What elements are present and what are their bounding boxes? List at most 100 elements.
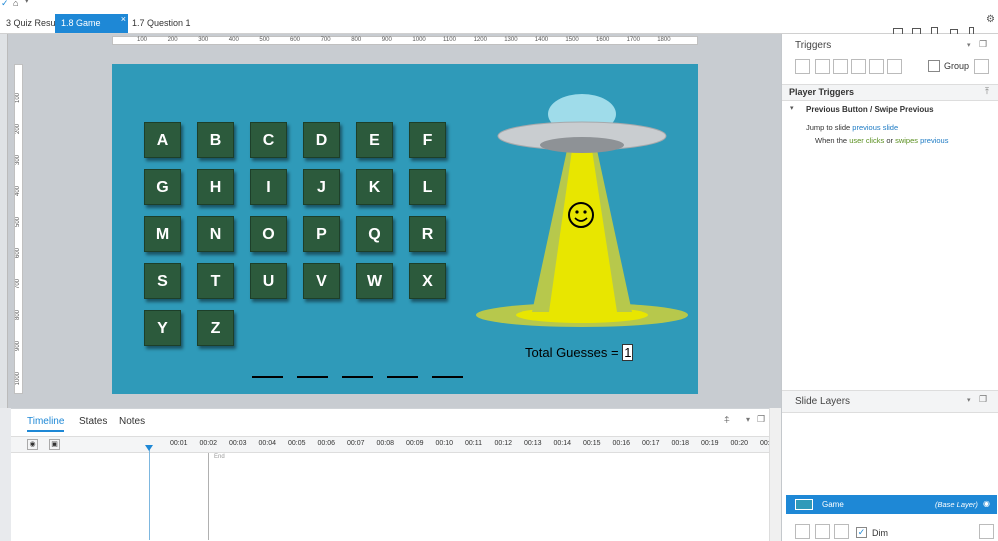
lock-icon[interactable]: ▣ <box>49 439 60 450</box>
tab-states[interactable]: States <box>79 416 107 427</box>
letter-key[interactable]: M <box>144 216 181 252</box>
calendar-icon[interactable] <box>974 59 989 74</box>
time-tick: 00:04 <box>258 440 277 447</box>
end-marker[interactable] <box>208 453 209 540</box>
letter-key[interactable]: Z <box>197 310 234 346</box>
trigger-action-link[interactable]: previous slide <box>852 123 898 132</box>
trigger-action[interactable]: Jump to slide previous slide <box>806 123 898 132</box>
letter-key[interactable]: O <box>250 216 287 252</box>
panel-menu-icon[interactable]: ▾ <box>746 415 750 424</box>
panel-menu-icon[interactable]: ▾ <box>967 41 971 49</box>
time-tick: 00:02 <box>199 440 218 447</box>
new-trigger-button[interactable] <box>795 59 810 74</box>
tab-timeline[interactable]: Timeline <box>27 416 65 432</box>
smiley-icon <box>568 202 594 228</box>
letter-key[interactable]: E <box>356 122 393 158</box>
ufo-underside <box>540 137 624 153</box>
restore-icon[interactable]: ❐ <box>757 414 765 425</box>
ruler-tick: 900 <box>15 341 21 352</box>
layer-name: Game <box>822 500 844 509</box>
trigger-cond-prev-link[interactable]: previous <box>920 136 948 145</box>
time-tick: 00:20 <box>730 440 749 447</box>
letter-key[interactable]: R <box>409 216 446 252</box>
letter-key[interactable]: A <box>144 122 181 158</box>
slide-canvas: ABCDEF GHIJKL MNOPQR STUVWX YZ Total Guesses… <box>112 64 698 394</box>
letter-key[interactable]: K <box>356 169 393 205</box>
restore-icon[interactable]: ❐ <box>979 39 987 50</box>
delete-trigger-button[interactable] <box>869 59 884 74</box>
letter-key[interactable]: S <box>144 263 181 299</box>
letter-key[interactable]: G <box>144 169 181 205</box>
trigger-condition[interactable]: When the user clicks or swipes previous <box>815 136 948 145</box>
letter-blank <box>297 376 328 378</box>
guess-value: 1 <box>622 344 634 361</box>
duplicate-layer-button[interactable] <box>815 524 830 539</box>
layout-icon[interactable]: ⍏ <box>724 415 730 426</box>
panel-menu-icon[interactable]: ▾ <box>967 396 971 404</box>
tab-label: 1.7 Question 1 <box>132 18 191 28</box>
paste-trigger-button[interactable] <box>851 59 866 74</box>
ruler-tick: 400 <box>15 186 21 197</box>
letter-key[interactable]: Y <box>144 310 181 346</box>
edit-trigger-button[interactable] <box>815 59 830 74</box>
letter-blank <box>432 376 463 378</box>
ruler-tick: 1400 <box>534 37 549 43</box>
letter-key[interactable]: Q <box>356 216 393 252</box>
timeline-scrollbar[interactable] <box>769 408 781 541</box>
time-tick: 00:13 <box>524 440 542 447</box>
gear-icon[interactable] <box>979 524 994 539</box>
letter-key[interactable]: X <box>409 263 446 299</box>
trigger-item-title[interactable]: Previous Button / Swipe Previous <box>806 105 934 114</box>
eye-icon[interactable]: ◉ <box>983 499 990 508</box>
tab-question-1[interactable]: 1.7 Question 1 <box>126 14 197 33</box>
chevron-down-icon[interactable]: ▾ <box>25 0 29 5</box>
eye-icon[interactable]: ◉ <box>27 439 38 450</box>
letter-key[interactable]: T <box>197 263 234 299</box>
copy-trigger-button[interactable] <box>833 59 848 74</box>
group-checkbox[interactable] <box>928 60 940 72</box>
collapse-icon[interactable]: ⤒ <box>985 86 989 97</box>
letter-key[interactable]: F <box>409 122 446 158</box>
letter-key[interactable]: L <box>409 169 446 205</box>
time-tick: 00:03 <box>229 440 247 447</box>
letter-key[interactable]: N <box>197 216 234 252</box>
letter-blank <box>252 376 283 378</box>
time-tick: 00:06 <box>317 440 336 447</box>
check-icon[interactable]: ✓ <box>1 0 9 9</box>
letter-key[interactable]: B <box>197 122 234 158</box>
ruler-tick: 1500 <box>565 37 579 43</box>
letter-key[interactable]: C <box>250 122 287 158</box>
move-trigger-button[interactable] <box>887 59 902 74</box>
trigger-cond-or: or <box>886 136 893 145</box>
restore-icon[interactable]: ❐ <box>979 394 987 405</box>
ruler-tick: 500 <box>15 217 21 228</box>
new-layer-button[interactable] <box>795 524 810 539</box>
left-scrollbar[interactable] <box>0 34 8 408</box>
letter-key[interactable]: I <box>250 169 287 205</box>
chevron-down-icon[interactable]: ▾ <box>790 104 794 112</box>
playhead[interactable] <box>145 445 153 451</box>
dim-checkbox[interactable]: ✓ <box>856 527 867 538</box>
ruler-tick: 1100 <box>443 37 456 43</box>
tab-game[interactable]: 1.8 Game × <box>55 14 128 33</box>
trigger-cond-user-link[interactable]: user clicks <box>849 136 884 145</box>
letter-key[interactable]: U <box>250 263 287 299</box>
letter-key[interactable]: P <box>303 216 340 252</box>
trigger-cond-swipes-link[interactable]: swipes <box>895 136 918 145</box>
letter-key[interactable]: D <box>303 122 340 158</box>
letter-key[interactable]: H <box>197 169 234 205</box>
ruler-tick: 300 <box>198 37 209 43</box>
delete-layer-button[interactable] <box>834 524 849 539</box>
home-icon[interactable]: ⌂ <box>13 0 18 8</box>
playhead-line <box>149 445 150 540</box>
ruler-tick: 900 <box>381 37 392 43</box>
time-tick: 00:19 <box>701 440 719 447</box>
gear-icon[interactable]: ⚙ <box>986 14 995 25</box>
letter-key[interactable]: J <box>303 169 340 205</box>
slide-tab-bar: 3 Quiz Results 1.8 Game × 1.7 Question 1 … <box>0 12 998 37</box>
letter-key[interactable]: V <box>303 263 340 299</box>
letter-key[interactable]: W <box>356 263 393 299</box>
tab-notes[interactable]: Notes <box>119 416 145 427</box>
time-tick: 00:16 <box>612 440 631 447</box>
horizontal-ruler: 100 200 300 400 500 600 700 800 900 1000 1100 1200 1… <box>112 36 698 45</box>
